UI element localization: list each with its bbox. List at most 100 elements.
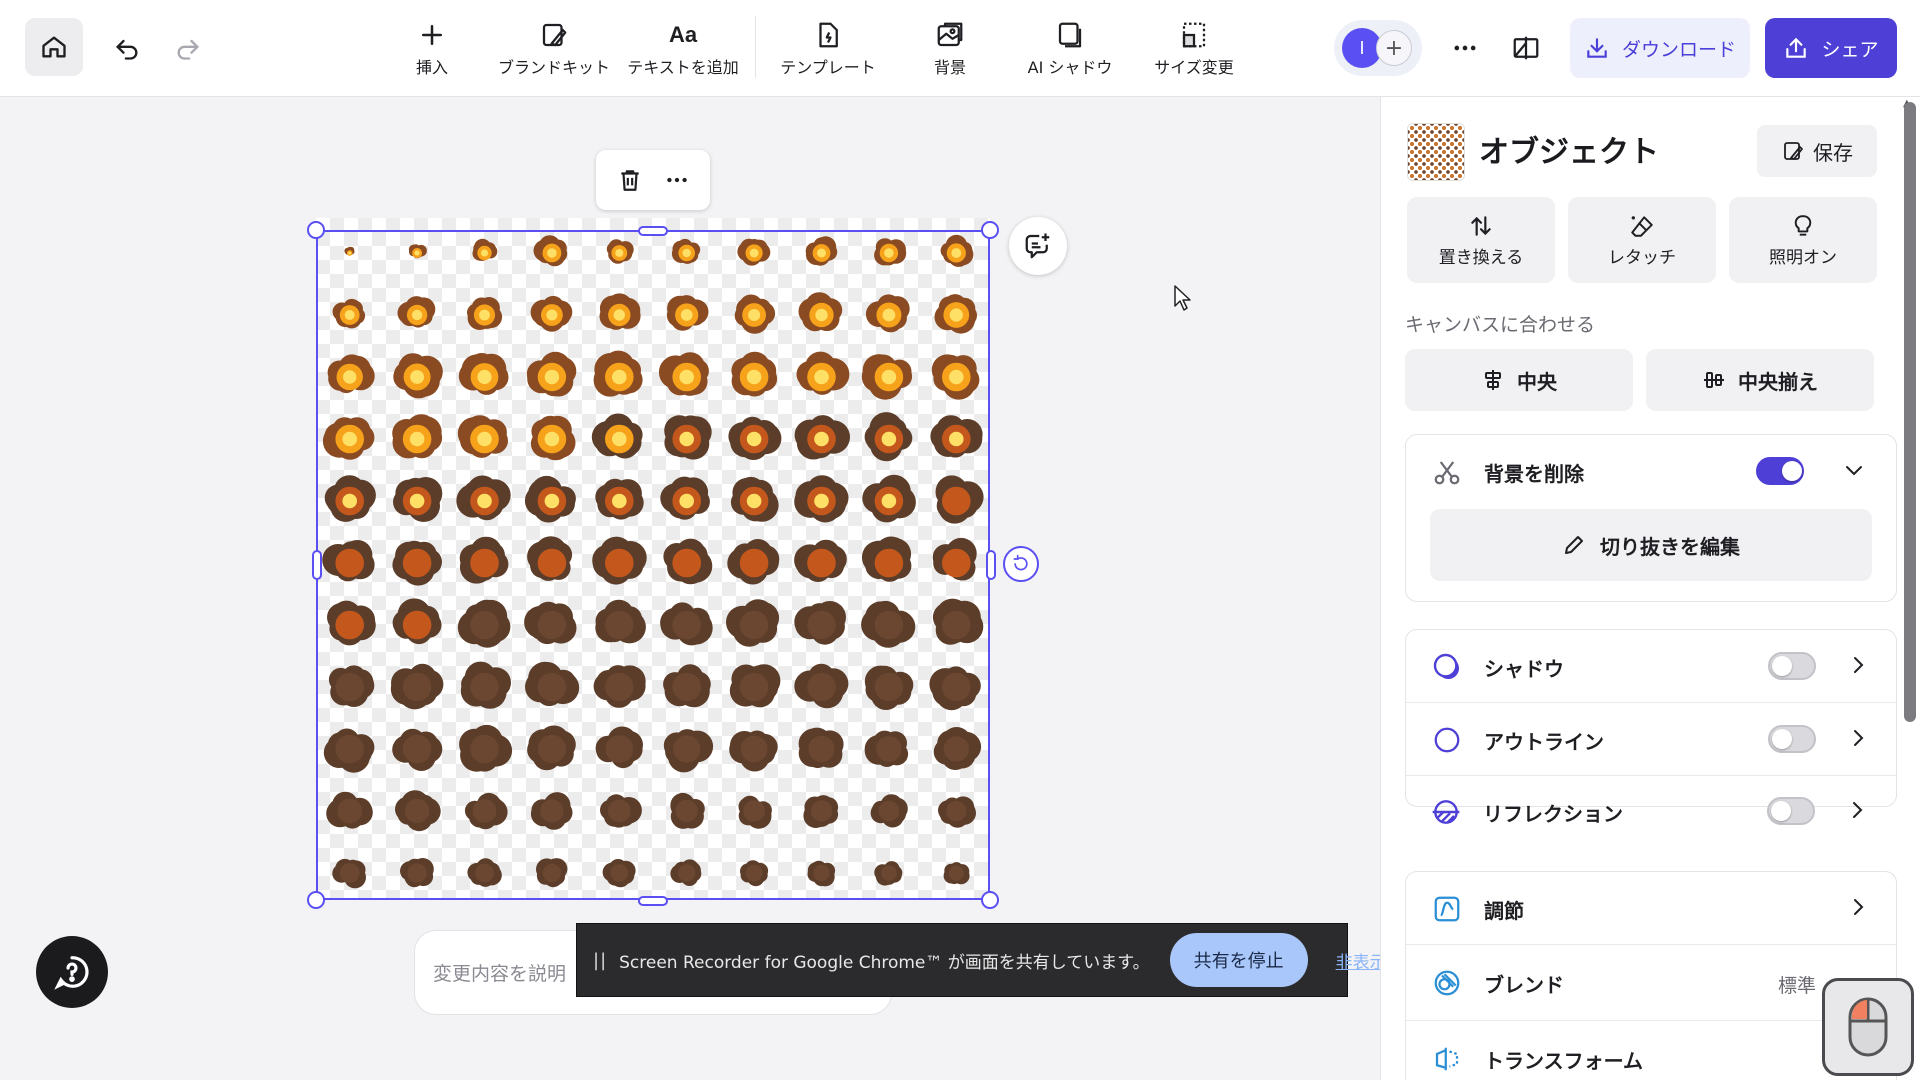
edit-cutout-button[interactable]: 切り抜きを編集: [1430, 509, 1872, 581]
center-button[interactable]: 中央: [1405, 349, 1633, 411]
more-options-button[interactable]: [1441, 24, 1489, 72]
shadow-row[interactable]: シャドウ: [1406, 630, 1896, 702]
replace-label: 置き換える: [1438, 247, 1524, 268]
redo-icon: [177, 39, 199, 60]
share-button[interactable]: シェア: [1765, 18, 1897, 78]
invite-collaborator-button[interactable]: +: [1376, 30, 1412, 66]
download-label: ダウンロード: [1621, 38, 1736, 61]
resize-handle-bottom-right[interactable]: [981, 891, 999, 909]
help-button[interactable]: [36, 936, 108, 1008]
remove-background-toggle[interactable]: [1756, 457, 1804, 485]
undo-icon: [116, 39, 138, 60]
lightbulb-icon: [1794, 214, 1812, 236]
retouch-label: レタッチ: [1608, 247, 1676, 268]
rotate-handle[interactable]: [1003, 546, 1039, 582]
retouch-button[interactable]: レタッチ: [1568, 197, 1716, 283]
align-middle-icon: [1704, 372, 1724, 388]
adjust-row[interactable]: 調節: [1406, 872, 1896, 944]
undo-button[interactable]: [103, 24, 151, 72]
share-icon: [1786, 37, 1807, 58]
reflection-toggle[interactable]: [1767, 797, 1815, 825]
center-label: 中央: [1517, 369, 1557, 394]
resize-handle-bottom-left[interactable]: [307, 891, 325, 909]
drag-handle-icon[interactable]: ||: [593, 950, 607, 971]
blend-mode-value[interactable]: 標準: [1778, 971, 1816, 998]
outline-label: アウトライン: [1484, 730, 1604, 754]
resize-handle-right[interactable]: [986, 550, 996, 580]
remove-background-card: 背景を削除 切り抜きを編集: [1405, 434, 1897, 602]
collaborators: I +: [1334, 20, 1422, 76]
replace-button[interactable]: 置き換える: [1407, 197, 1555, 283]
transform-icon: [1430, 1042, 1464, 1076]
background-icon: [937, 22, 963, 47]
resize-handle-top-right[interactable]: [981, 221, 999, 239]
resize-label: サイズ変更: [1154, 58, 1234, 77]
top-toolbar: 挿入 ブランドキット Aa テキストを追加 テンプレート 背景 AI シャドウ …: [0, 0, 1920, 97]
edit-cutout-label: 切り抜きを編集: [1600, 534, 1740, 559]
hide-notice-link[interactable]: 非表示: [1336, 948, 1387, 973]
panel-title: オブジェクト: [1479, 135, 1659, 170]
reflection-row-content[interactable]: リフレクション: [1405, 775, 1895, 847]
swap-icon: [1471, 215, 1491, 236]
center-align-label: 中央揃え: [1738, 369, 1818, 394]
resize-handle-top[interactable]: [638, 226, 668, 236]
download-button[interactable]: ダウンロード: [1570, 18, 1750, 78]
add-comment-button[interactable]: [1009, 217, 1067, 275]
template-tool[interactable]: テンプレート: [780, 20, 876, 80]
more-icon[interactable]: [664, 167, 690, 193]
brand-kit-icon: [542, 23, 567, 47]
lighting-on-button[interactable]: 照明オン: [1729, 197, 1877, 283]
outline-row[interactable]: アウトライン: [1406, 703, 1896, 775]
resize-handle-bottom[interactable]: [638, 896, 668, 906]
panel-scrollbar[interactable]: [1904, 102, 1916, 722]
add-text-label: テキストを追加: [627, 58, 739, 77]
plus-icon: [422, 25, 442, 45]
eraser-icon: [1631, 215, 1653, 237]
ai-edit-input[interactable]: [433, 957, 583, 991]
selection-box: [316, 230, 990, 900]
home-icon: [42, 36, 66, 58]
resize-handle-left[interactable]: [312, 550, 322, 580]
insert-tool[interactable]: 挿入: [405, 20, 459, 80]
background-tool[interactable]: 背景: [928, 20, 972, 80]
shadow-label: シャドウ: [1484, 657, 1564, 681]
resize-icon: [1182, 22, 1206, 48]
adjust-label: 調節: [1484, 899, 1524, 923]
divider: [1406, 944, 1896, 945]
blend-icon: [1430, 966, 1464, 1000]
trash-icon[interactable]: [617, 167, 643, 193]
resize-tool[interactable]: サイズ変更: [1152, 20, 1236, 80]
background-label: 背景: [933, 58, 966, 77]
ai-shadow-icon: [1058, 22, 1082, 48]
chevron-right-icon[interactable]: [1845, 798, 1869, 826]
home-button[interactable]: [25, 18, 83, 76]
chevron-down-icon[interactable]: [1842, 458, 1866, 486]
screen-share-notice: || Screen Recorder for Google Chrome™ が画…: [576, 923, 1387, 997]
insert-label: 挿入: [415, 58, 448, 77]
remove-background-row[interactable]: 背景を削除: [1406, 435, 1896, 507]
lighting-on-label: 照明オン: [1769, 247, 1837, 268]
properties-panel: オブジェクト 保存 置き換える レタッチ 照明オン キャンバスに合わせる 中央 …: [1380, 97, 1920, 1080]
text-icon: Aa: [668, 22, 698, 47]
brand-kit-tool[interactable]: ブランドキット: [498, 20, 610, 80]
chevron-right-icon[interactable]: [1846, 895, 1870, 923]
shadow-toggle[interactable]: [1768, 652, 1816, 680]
outline-toggle[interactable]: [1768, 725, 1816, 753]
center-align-button[interactable]: 中央揃え: [1646, 349, 1874, 411]
stop-sharing-button[interactable]: 共有を停止: [1169, 933, 1308, 987]
mouse-cursor: [1173, 284, 1193, 316]
template-label: テンプレート: [780, 58, 876, 77]
compare-icon: [1513, 36, 1539, 60]
redo-button[interactable]: [164, 24, 212, 72]
ai-shadow-tool[interactable]: AI シャドウ: [1028, 20, 1112, 80]
download-icon: [1587, 38, 1607, 58]
pencil-icon: [1565, 536, 1583, 554]
add-text-tool[interactable]: Aa テキストを追加: [627, 20, 739, 80]
chevron-right-icon[interactable]: [1846, 726, 1870, 754]
chevron-right-icon[interactable]: [1846, 653, 1870, 681]
screen-share-text: Screen Recorder for Google Chrome™ が画面を共…: [619, 952, 1150, 973]
brand-kit-label: ブランドキット: [498, 58, 611, 77]
compare-button[interactable]: [1502, 24, 1550, 72]
resize-handle-top-left[interactable]: [307, 221, 325, 239]
save-button[interactable]: 保存: [1757, 125, 1877, 177]
